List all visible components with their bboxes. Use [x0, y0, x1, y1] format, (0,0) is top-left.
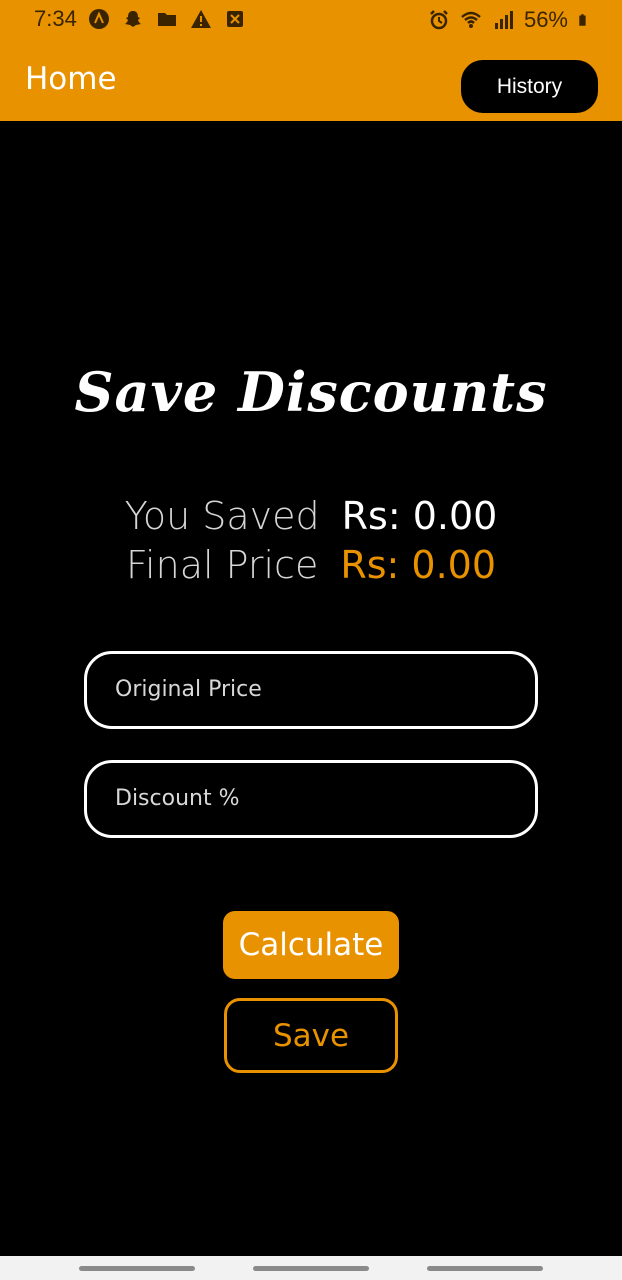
original-price-placeholder: Original Price [115, 677, 262, 702]
warning-icon [191, 10, 211, 28]
battery-icon [579, 14, 586, 26]
alarm-icon [430, 10, 448, 30]
discount-placeholder: Discount % [115, 786, 240, 811]
system-nav-bar [0, 1256, 622, 1280]
final-price-row: Final Price Rs: 0.00 [0, 543, 622, 587]
nav-back-button[interactable] [427, 1266, 543, 1271]
status-bar: 7:34 56% [0, 0, 622, 38]
wifi-icon [461, 11, 481, 28]
x-box-icon [227, 11, 243, 27]
status-right-icons: 56% [428, 7, 592, 33]
save-button[interactable]: Save [224, 998, 398, 1073]
page-title: Home [25, 61, 117, 97]
status-time: 7:34 [34, 6, 77, 31]
signal-icon [494, 11, 513, 29]
calculate-button[interactable]: Calculate [223, 911, 399, 979]
final-price-label: Final Price [125, 543, 319, 587]
nav-home-button[interactable] [253, 1266, 369, 1271]
discount-input[interactable]: Discount % [84, 760, 538, 838]
history-button[interactable]: History [461, 60, 598, 113]
app-bar: Home History [0, 38, 622, 121]
status-left-icons [88, 8, 246, 30]
snapchat-icon [125, 11, 141, 27]
original-price-input[interactable]: Original Price [84, 651, 538, 729]
app-a-icon [89, 9, 109, 29]
folder-icon [158, 13, 176, 26]
battery-percent: 56% [523, 7, 568, 32]
you-saved-value: Rs: 0.00 [341, 494, 498, 538]
you-saved-label: You Saved [124, 494, 320, 538]
you-saved-row: You Saved Rs: 0.00 [0, 494, 622, 538]
final-price-value: Rs: 0.00 [340, 543, 497, 587]
nav-recent-button[interactable] [79, 1266, 195, 1271]
headline: Save Discounts [74, 360, 548, 424]
